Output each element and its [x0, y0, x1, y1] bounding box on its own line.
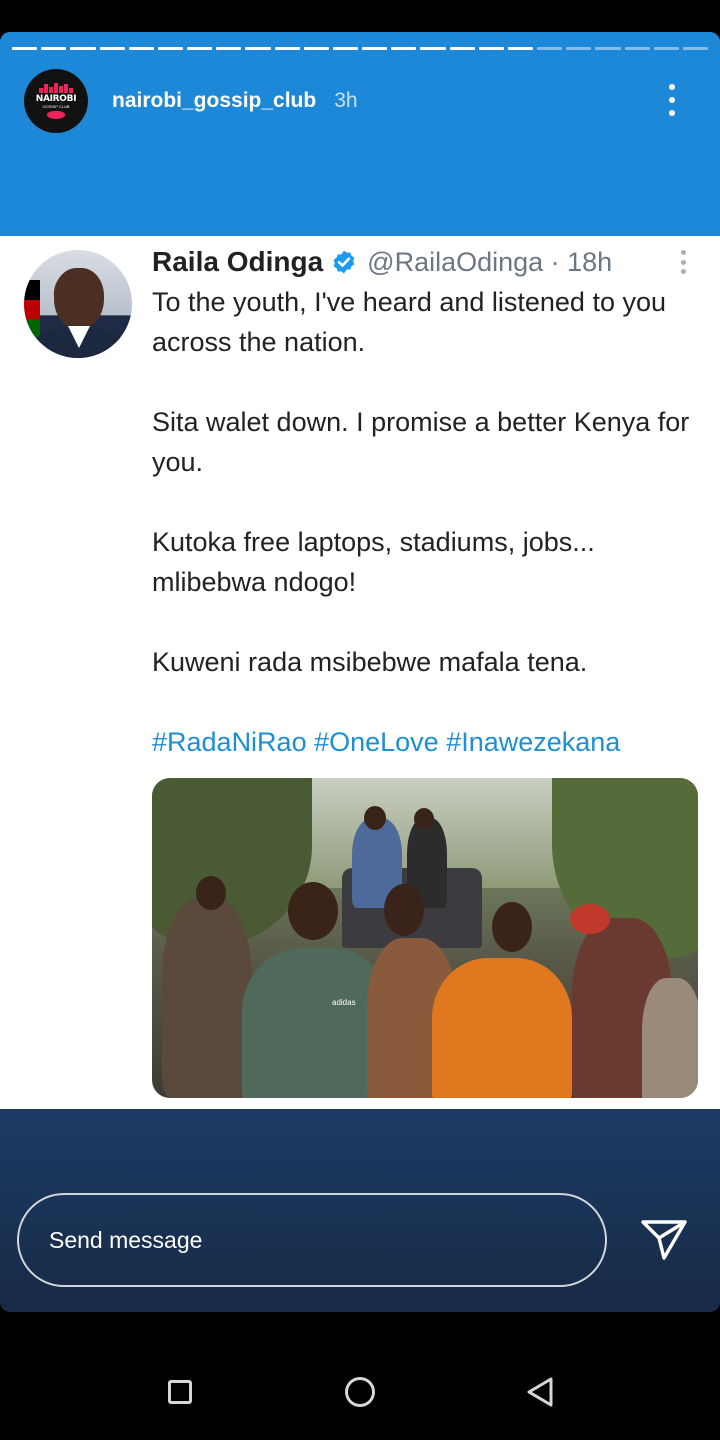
tweet-paragraph: Sita walet down. I promise a better Keny… [152, 407, 690, 477]
home-icon[interactable] [345, 1377, 375, 1407]
progress-segment [216, 47, 242, 50]
progress-segment [12, 47, 38, 50]
progress-segment [478, 47, 504, 50]
progress-segment [274, 47, 300, 50]
skyline-icon [37, 83, 75, 93]
progress-segment [566, 47, 592, 50]
progress-segment [624, 47, 650, 50]
progress-segment [303, 47, 329, 50]
send-icon[interactable] [640, 1218, 688, 1262]
system-nav-bar [0, 1340, 720, 1440]
tweet-hashtags: #RadaNiRao #OneLove #Inawezekana [152, 727, 621, 757]
progress-segment [70, 47, 96, 50]
verified-badge-icon [333, 250, 355, 274]
progress-segment [99, 47, 125, 50]
progress-segment [653, 47, 679, 50]
tweet-paragraph: Kutoka free laptops, stadiums, jobs... m… [152, 527, 595, 597]
story-username[interactable]: nairobi_gossip_club [112, 89, 316, 113]
progress-segment [41, 47, 67, 50]
logo-title: NAIROBI [35, 94, 77, 104]
tweet-handle-time: @RailaOdinga · 18h [367, 246, 613, 277]
send-message-field[interactable] [17, 1193, 607, 1287]
progress-segment [157, 47, 184, 50]
tweet-paragraph: Kuweni rada msibebwe mafala tena. [152, 647, 588, 677]
story-timestamp: 3h [334, 89, 358, 112]
account-avatar[interactable]: NAIROBI GOSSIP CLUB [24, 69, 88, 133]
progress-segment [449, 47, 475, 50]
tweet-header: Raila Odinga @RailaOdinga · 18h [152, 246, 612, 278]
tweet-more-icon [679, 250, 687, 274]
tweet-author-avatar [24, 250, 132, 358]
progress-segment [420, 47, 446, 50]
progress-segment [595, 47, 621, 50]
logo-subtitle: GOSSIP CLUB [42, 104, 70, 109]
progress-segment [537, 47, 563, 50]
progress-segment [507, 47, 534, 50]
story-progress-bar [12, 47, 709, 50]
progress-segment [682, 47, 709, 50]
back-icon[interactable] [525, 1376, 555, 1408]
progress-segment [362, 47, 388, 50]
more-options-icon[interactable] [662, 82, 682, 118]
progress-segment [332, 47, 359, 50]
send-message-input[interactable] [49, 1226, 569, 1254]
tweet-body: To the youth, I've heard and listened to… [152, 282, 702, 682]
story-header: NAIROBI GOSSIP CLUB nairobi_gossip_club … [24, 69, 358, 133]
tweet-author-name: Raila Odinga [152, 246, 324, 277]
lips-icon [47, 111, 65, 119]
progress-segment [245, 47, 271, 50]
tweet-screenshot: Raila Odinga @RailaOdinga · 18h To the y… [0, 236, 720, 1109]
recents-icon[interactable] [168, 1380, 192, 1404]
tweet-paragraph: To the youth, I've heard and listened to… [152, 287, 667, 357]
progress-segment [128, 47, 154, 50]
progress-segment [391, 47, 417, 50]
progress-segment [187, 47, 213, 50]
tweet-photo: adidas [152, 778, 698, 1098]
story-viewer[interactable]: NAIROBI GOSSIP CLUB nairobi_gossip_club … [0, 32, 720, 1312]
photo-brand-text: adidas [332, 998, 356, 1007]
